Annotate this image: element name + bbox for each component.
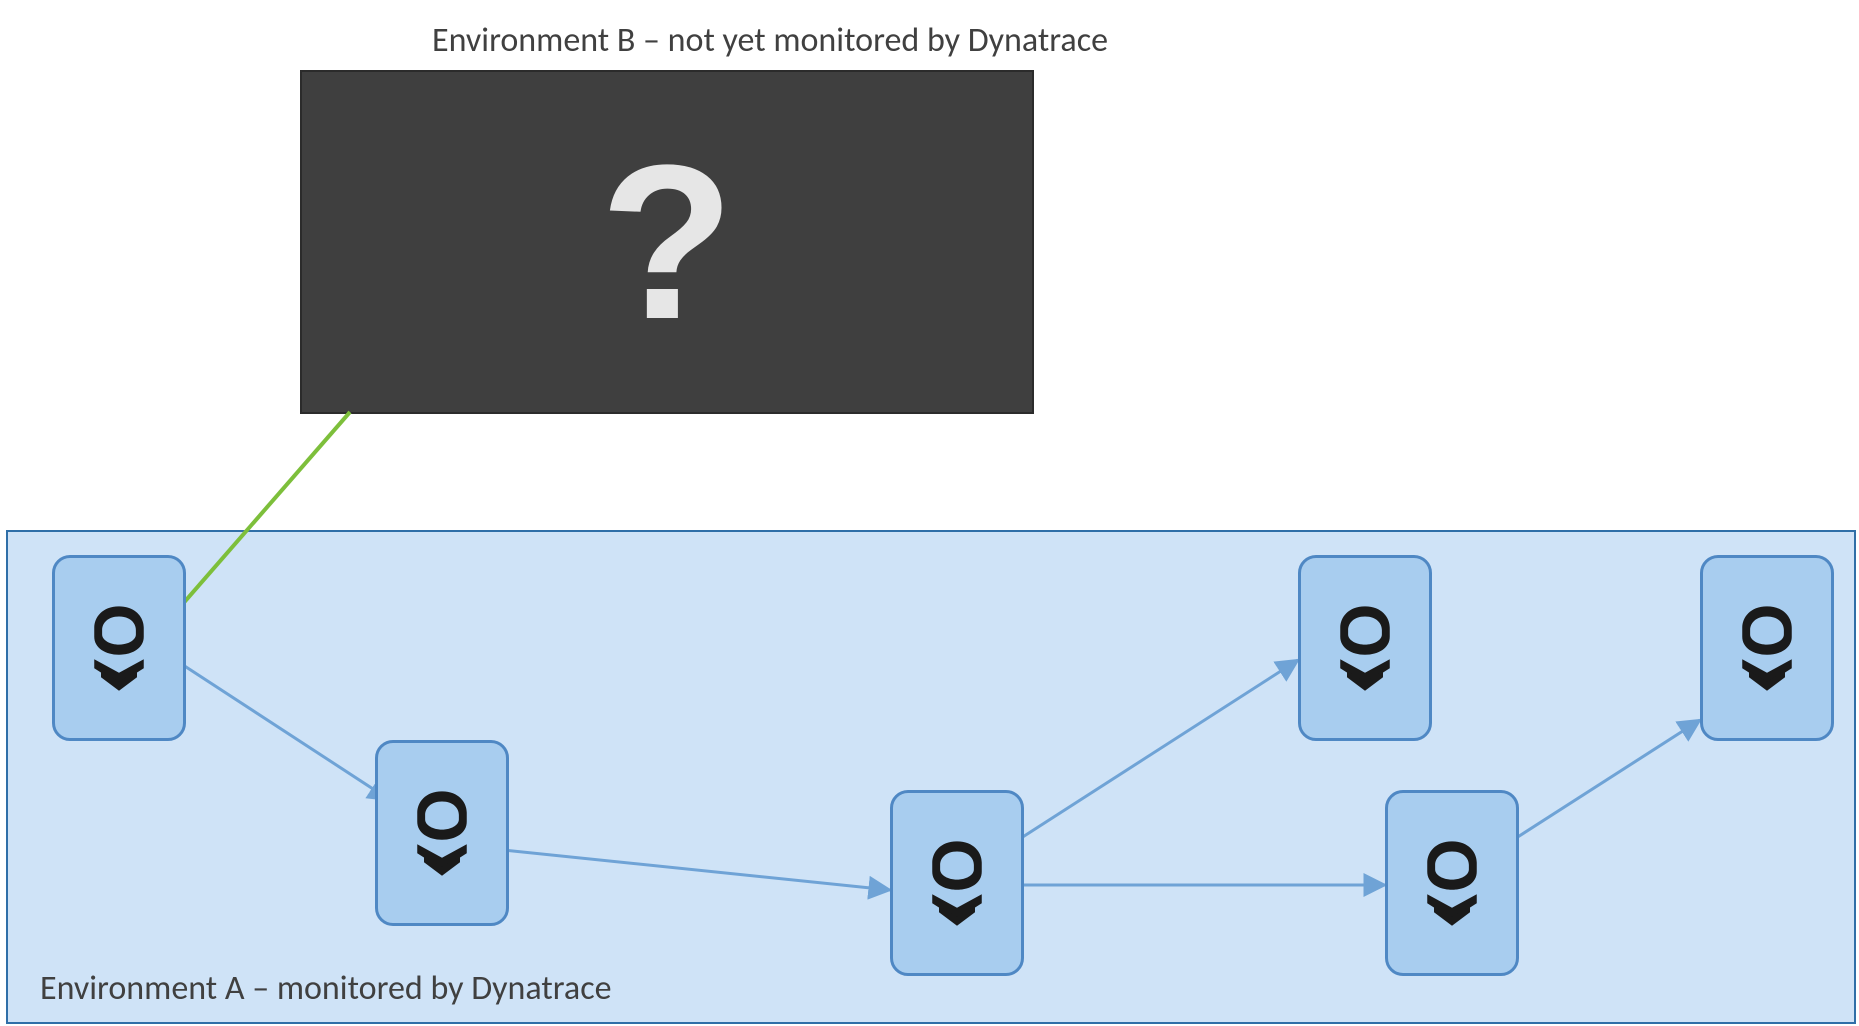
dynatrace-oneagent-icon xyxy=(1417,838,1487,928)
question-mark-icon: ? xyxy=(600,132,734,352)
agent-node-6 xyxy=(1700,555,1834,741)
diagram-canvas: Environment B – not yet monitored by Dyn… xyxy=(0,0,1859,1026)
dynatrace-oneagent-icon xyxy=(1330,603,1400,693)
environment-a-label: Environment A – monitored by Dynatrace xyxy=(40,968,612,1009)
agent-node-3 xyxy=(890,790,1024,976)
dynatrace-oneagent-icon xyxy=(922,838,992,928)
environment-b-title: Environment B – not yet monitored by Dyn… xyxy=(420,20,1120,61)
agent-node-4 xyxy=(1298,555,1432,741)
dynatrace-oneagent-icon xyxy=(407,788,477,878)
environment-b-box: ? xyxy=(300,70,1034,414)
agent-node-1 xyxy=(52,555,186,741)
dynatrace-oneagent-icon xyxy=(84,603,154,693)
agent-node-2 xyxy=(375,740,509,926)
agent-node-5 xyxy=(1385,790,1519,976)
dynatrace-oneagent-icon xyxy=(1732,603,1802,693)
